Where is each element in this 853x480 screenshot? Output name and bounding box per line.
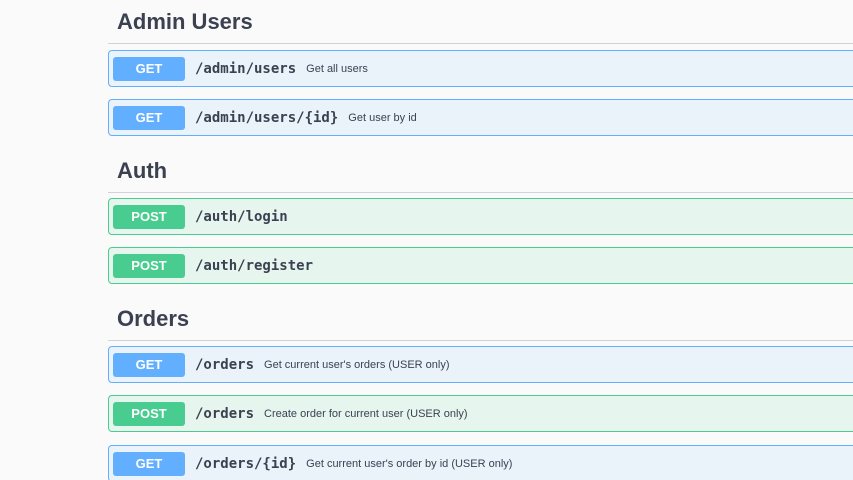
operation-path: /orders bbox=[195, 405, 255, 422]
operation-summary: Get current user's order by id (USER onl… bbox=[306, 457, 513, 470]
operation-summary: Get user by id bbox=[348, 111, 417, 124]
operation-post-orders[interactable]: POST /orders Create order for current us… bbox=[108, 395, 853, 432]
method-badge: GET bbox=[113, 352, 185, 377]
operation-path: /orders/{id} bbox=[195, 455, 297, 472]
operation-summary: Get current user's orders (USER only) bbox=[264, 358, 450, 371]
operation-path: /admin/users bbox=[195, 60, 297, 77]
operation-path: /orders bbox=[195, 356, 255, 373]
operation-path: /auth/login bbox=[195, 208, 288, 225]
section-auth: Auth bbox=[108, 149, 853, 193]
operation-post-auth-login[interactable]: POST /auth/login bbox=[108, 198, 853, 235]
operation-get-admin-user-by-id[interactable]: GET /admin/users/{id} Get user by id bbox=[108, 99, 853, 136]
operation-summary: Get all users bbox=[306, 62, 368, 75]
operation-path: /admin/users/{id} bbox=[195, 109, 339, 126]
method-badge: POST bbox=[113, 204, 185, 229]
section-admin-users: Admin Users bbox=[108, 0, 853, 44]
section-orders: Orders bbox=[108, 297, 853, 341]
api-docs-page: Admin Users GET /admin/users Get all use… bbox=[0, 0, 853, 480]
method-badge: POST bbox=[113, 401, 185, 426]
operation-post-auth-register[interactable]: POST /auth/register bbox=[108, 247, 853, 284]
section-header-auth[interactable]: Auth bbox=[108, 149, 853, 193]
section-title: Admin Users bbox=[117, 8, 253, 34]
section-header-admin-users[interactable]: Admin Users bbox=[108, 0, 853, 44]
operation-path: /auth/register bbox=[195, 257, 314, 274]
method-badge: GET bbox=[113, 56, 185, 81]
operation-get-admin-users[interactable]: GET /admin/users Get all users bbox=[108, 50, 853, 87]
method-badge: GET bbox=[113, 451, 185, 476]
section-title: Orders bbox=[117, 305, 190, 331]
section-header-orders[interactable]: Orders bbox=[108, 297, 853, 341]
operation-summary: Create order for current user (USER only… bbox=[264, 407, 468, 420]
operation-get-order-by-id[interactable]: GET /orders/{id} Get current user's orde… bbox=[108, 445, 853, 480]
section-title: Auth bbox=[117, 157, 168, 183]
method-badge: GET bbox=[113, 105, 185, 130]
operation-get-orders[interactable]: GET /orders Get current user's orders (U… bbox=[108, 346, 853, 383]
method-badge: POST bbox=[113, 253, 185, 278]
